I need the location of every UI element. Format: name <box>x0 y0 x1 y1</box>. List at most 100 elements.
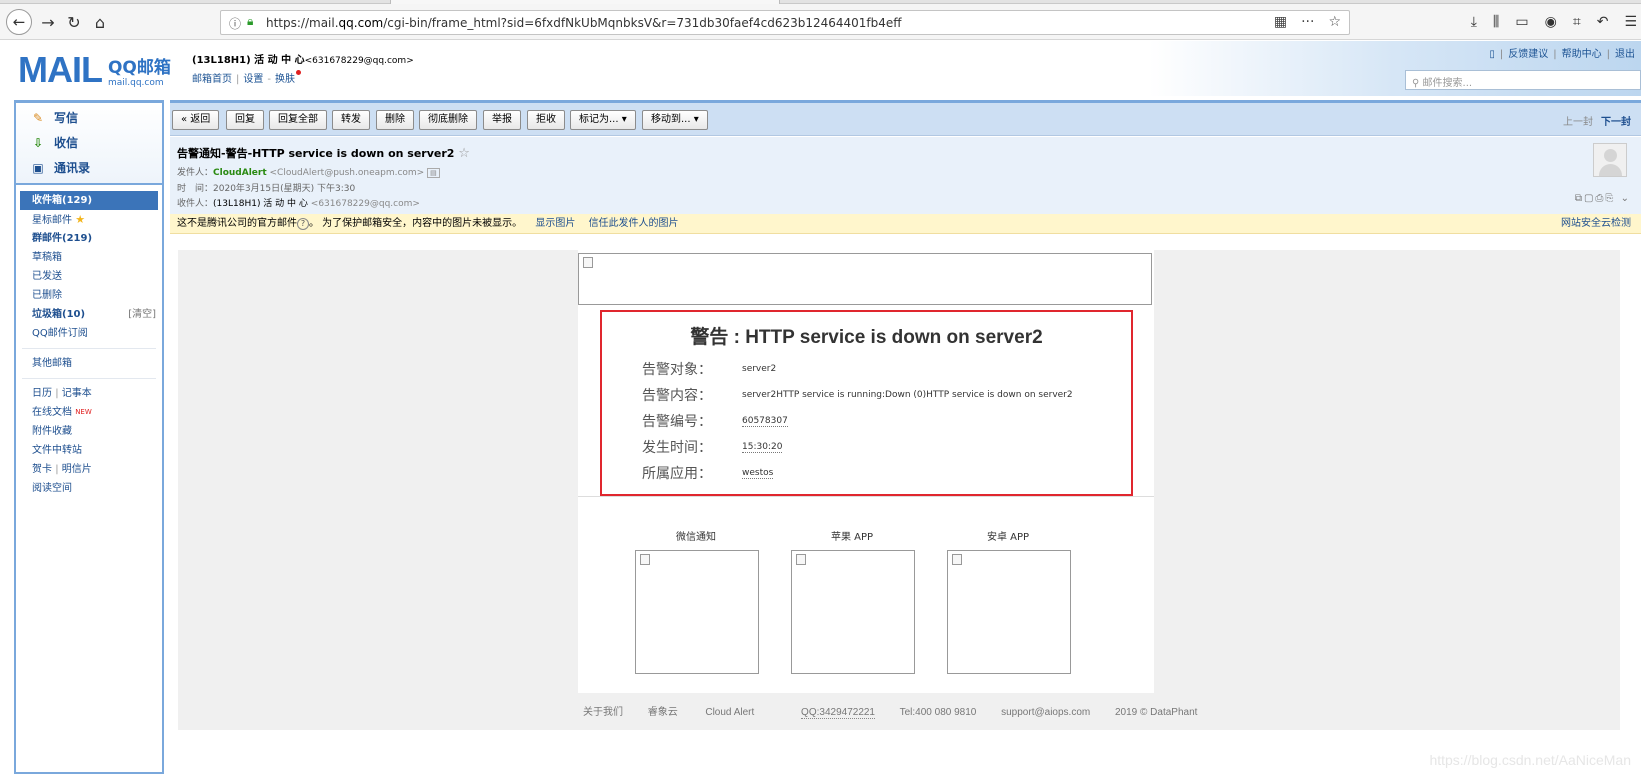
warning-text-2: 。 为了保护邮箱安全，内容中的图片未被显示。 <box>309 218 523 229</box>
reject-button[interactable]: 拒收 <box>527 110 565 130</box>
footer-tel: Tel:400 080 9810 <box>899 707 977 718</box>
sender-name[interactable]: CloudAlert <box>213 168 267 178</box>
menu-icon[interactable]: ☰ <box>1624 14 1637 30</box>
footer-copyright: 2019 © DataPhant <box>1115 707 1198 718</box>
top-right-links: ▯ | 反馈建议 | 帮助中心 | 退出 <box>1489 49 1635 60</box>
sync-icon[interactable]: ◉ <box>1545 14 1557 30</box>
next-mail-link[interactable]: 下一封 <box>1601 117 1631 128</box>
forward-icon[interactable]: → <box>36 10 60 34</box>
help-icon[interactable]: ? <box>297 218 309 230</box>
report-button[interactable]: 举报 <box>483 110 521 130</box>
prev-mail-link[interactable]: 上一封 <box>1563 117 1593 128</box>
alert-row-id: 告警编号： 60578307 <box>642 414 788 430</box>
folder-group[interactable]: 群邮件(219) <box>16 229 162 248</box>
link-cards[interactable]: 贺卡 <box>32 464 52 475</box>
link-settings[interactable]: 设置 <box>243 74 263 85</box>
link-skin[interactable]: 换肤 <box>275 74 295 85</box>
user-email: <631678229@qq.com> <box>304 56 414 66</box>
undo-icon[interactable]: ↶ <box>1597 14 1609 30</box>
folder-inbox[interactable]: 收件箱(129) <box>20 191 158 210</box>
recipient-address: <631678229@qq.com> <box>310 199 420 209</box>
user-block: (13L18H1) 活 动 中 心<631678229@qq.com> 邮箱首页… <box>192 55 414 85</box>
folder-spam[interactable]: 垃圾箱(10) [清空] <box>16 305 162 324</box>
delete-permanently-button[interactable]: 彻底删除 <box>419 110 477 130</box>
alert-title: 警告 : HTTP service is down on server2 <box>690 327 1043 348</box>
link-feedback[interactable]: 反馈建议 <box>1508 49 1548 60</box>
link-mailbox-home[interactable]: 邮箱首页 <box>192 74 232 85</box>
delete-button[interactable]: 删除 <box>376 110 414 130</box>
qr-icon[interactable]: ▦ <box>1274 14 1287 30</box>
back-icon[interactable]: ← <box>6 9 32 35</box>
back-button[interactable]: « 返回 <box>172 110 220 130</box>
alert-row-content: 告警内容： server2HTTP service is running:Down… <box>642 388 1073 404</box>
folder-drafts[interactable]: 草稿箱 <box>16 248 162 267</box>
footer-email[interactable]: support@aiops.com <box>1001 707 1090 718</box>
show-images-link[interactable]: 显示图片 <box>535 218 575 229</box>
crop-icon[interactable]: ⌗ <box>1573 14 1581 30</box>
reply-button[interactable]: 回复 <box>226 110 264 130</box>
user-name: (13L18H1) 活 动 中 心 <box>192 55 305 66</box>
alert-row-time: 发生时间： 15:30:20 <box>642 440 783 456</box>
star-outline-icon[interactable]: ☆ <box>458 146 470 161</box>
tools-row-calendar: 日历 | 记事本 <box>32 388 92 399</box>
watermark: https://blog.csdn.net/AaNiceMan <box>1429 752 1631 768</box>
footer-qq[interactable]: QQ:3429472221 <box>801 707 875 719</box>
home-icon[interactable]: ⌂ <box>88 10 112 34</box>
download-icon[interactable]: ⤓ <box>1471 14 1477 30</box>
move-to-dropdown[interactable]: 移动到... ▾ <box>642 110 708 130</box>
url-text[interactable]: https://mail.qq.com/cgi-bin/frame_html?s… <box>266 16 902 30</box>
link-docs[interactable]: 在线文档 NEW <box>16 403 162 422</box>
mark-as-dropdown[interactable]: 标记为... ▾ <box>570 110 636 130</box>
more-icon[interactable]: ··· <box>1301 14 1314 30</box>
bookmark-star-icon[interactable]: ☆ <box>1328 14 1341 30</box>
mail-search-input[interactable]: ⚲ 邮件搜索... <box>1405 70 1641 90</box>
link-help[interactable]: 帮助中心 <box>1562 49 1602 60</box>
link-notes[interactable]: 记事本 <box>62 388 92 399</box>
compose-button[interactable]: ✎ 写信 <box>30 109 78 126</box>
sender-avatar[interactable] <box>1593 143 1627 177</box>
recipient-line: 收件人：(13L18H1) 活 动 中 心 <631678229@qq.com> <box>177 199 420 209</box>
mobile-icon[interactable]: ▯ <box>1489 49 1495 60</box>
folder-subscription[interactable]: QQ邮件订阅 <box>16 324 162 343</box>
info-icon[interactable]: ⓘ <box>229 15 241 32</box>
star-icon: ★ <box>75 213 86 226</box>
message-time: 2020年3月15日(星期天) 下午3:30 <box>213 184 356 194</box>
reply-all-button[interactable]: 回复全部 <box>269 110 327 130</box>
security-check-link[interactable]: 网站安全云检测 <box>1561 214 1631 234</box>
folder-other-mailbox[interactable]: 其他邮箱 <box>16 354 162 373</box>
header-image-placeholder <box>578 253 1152 305</box>
folder-deleted[interactable]: 已删除 <box>16 286 162 305</box>
ios-qr-placeholder <box>791 550 915 674</box>
tools-row-cards: 贺卡 | 明信片 <box>32 464 92 475</box>
sidebar-icon[interactable]: ▭ <box>1515 14 1528 30</box>
link-calendar[interactable]: 日历 <box>32 388 52 399</box>
qq-mail-logo[interactable]: MAIL QQ邮箱 mail.qq.com <box>18 49 171 91</box>
vcard-icon[interactable]: ▤ <box>427 168 440 178</box>
recipient-name[interactable]: (13L18H1) 活 动 中 心 <box>213 199 308 209</box>
trust-sender-link[interactable]: 信任此发件人的图片 <box>589 218 679 229</box>
link-file-transfer[interactable]: 文件中转站 <box>16 441 162 460</box>
link-postcard[interactable]: 明信片 <box>62 464 92 475</box>
alert-box: 警告 : HTTP service is down on server2 告警对… <box>600 310 1133 496</box>
forward-button[interactable]: 转发 <box>332 110 370 130</box>
browser-navbar: ← → ↻ ⌂ ⓘ 🔒︎ https://mail.qq.com/cgi-bin… <box>0 4 1641 40</box>
library-icon[interactable]: ⫼ <box>1493 14 1499 30</box>
folder-starred[interactable]: 星标邮件 ★ <box>16 210 162 229</box>
sender-line: 发件人：CloudAlert <CloudAlert@push.oneapm.c… <box>177 165 440 178</box>
ios-app-label: 苹果 APP <box>830 532 874 543</box>
receive-button[interactable]: ⇩ 收信 <box>30 134 78 151</box>
link-attachments[interactable]: 附件收藏 <box>16 422 162 441</box>
folder-sent[interactable]: 已发送 <box>16 267 162 286</box>
reload-icon[interactable]: ↻ <box>62 10 86 34</box>
view-options-icons[interactable]: ⧉▢⎙⎘ ⌄ <box>1575 193 1631 204</box>
broken-image-icon <box>796 554 806 565</box>
url-bar[interactable]: ⓘ 🔒︎ https://mail.qq.com/cgi-bin/frame_h… <box>220 10 1350 35</box>
sender-address: <CloudAlert@push.oneapm.com> <box>269 168 425 178</box>
message-body: 警告 : HTTP service is down on server2 告警对… <box>178 250 1620 730</box>
link-logout[interactable]: 退出 <box>1615 49 1635 60</box>
contacts-button[interactable]: ▣ 通讯录 <box>30 159 90 176</box>
search-icon: ⚲ <box>1412 78 1420 89</box>
logo-text: MAIL <box>18 49 103 90</box>
link-reading-space[interactable]: 阅读空间 <box>16 479 162 498</box>
clear-spam-link[interactable]: [清空] <box>128 305 156 324</box>
